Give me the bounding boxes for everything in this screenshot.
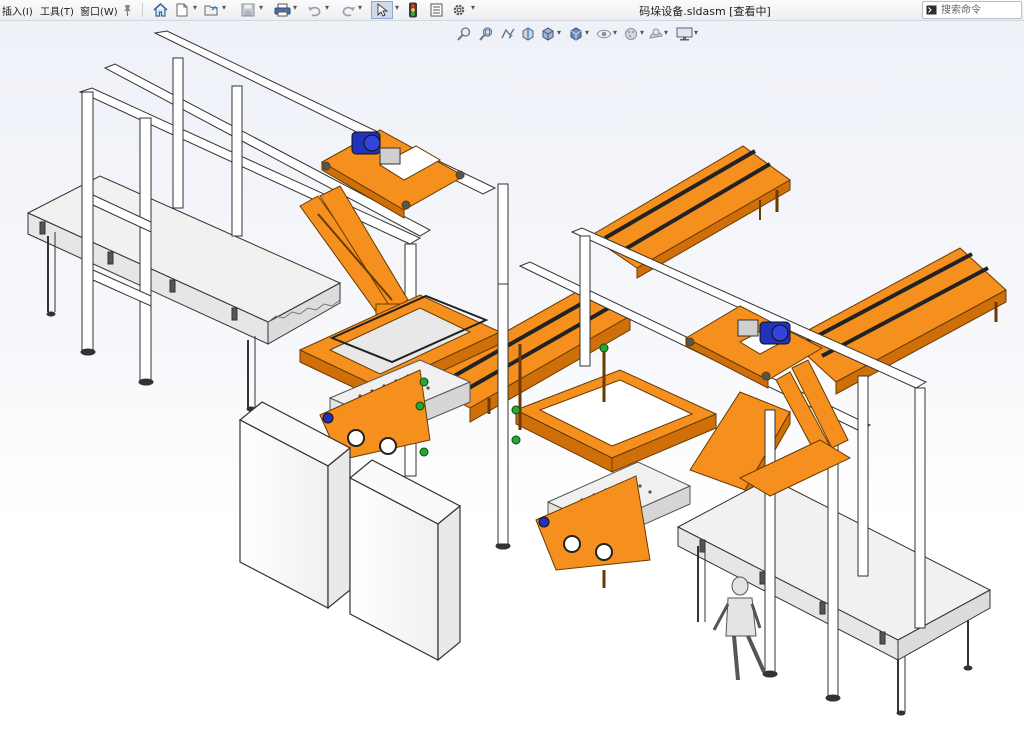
new-document-icon[interactable]	[175, 1, 189, 19]
menu-tools[interactable]: 工具(T)	[40, 3, 74, 18]
open-file-icon[interactable]	[204, 1, 220, 19]
rebuild-icon[interactable]	[406, 1, 420, 19]
menu-window[interactable]: 窗口(W)	[80, 3, 118, 18]
pin-icon[interactable]	[121, 1, 133, 19]
options-gear-icon[interactable]	[451, 1, 467, 19]
print-icon[interactable]	[273, 1, 291, 19]
left-roller-conveyor	[26, 175, 342, 412]
save-icon[interactable]	[240, 1, 256, 19]
palletizer-assembly-model[interactable]	[0, 21, 1024, 736]
chevron-down-icon[interactable]: ▾	[293, 3, 297, 12]
select-arrow-icon[interactable]	[371, 1, 393, 19]
search-box[interactable]	[922, 1, 1022, 19]
chevron-down-icon[interactable]: ▾	[358, 3, 362, 12]
graphics-viewport[interactable]: ▾ ▾ ▾ ▾ ▾ ▾	[0, 21, 1024, 736]
search-input[interactable]	[941, 2, 1019, 18]
human-scale-figure	[712, 576, 766, 681]
control-cabinet-right	[348, 459, 462, 662]
chevron-down-icon[interactable]: ▾	[395, 3, 399, 12]
chevron-down-icon[interactable]: ▾	[222, 3, 226, 12]
chevron-down-icon[interactable]: ▾	[471, 3, 475, 12]
menu-toolbar-bar: 插入(I) 工具(T) 窗口(W) ▾ ▾ ▾ ▾ ▾ ▾ ▾ ▾ 码垛设备.s	[0, 0, 1024, 21]
command-prompt-icon	[926, 5, 937, 15]
undo-icon[interactable]	[306, 1, 322, 19]
back-infeed-conveyor	[589, 145, 791, 279]
home-icon[interactable]	[152, 1, 168, 19]
chevron-down-icon[interactable]: ▾	[325, 3, 329, 12]
chevron-down-icon[interactable]: ▾	[259, 3, 263, 12]
file-properties-icon[interactable]	[428, 1, 444, 19]
document-title: 码垛设备.sldasm [查看中]	[639, 5, 771, 18]
redo-icon[interactable]	[340, 1, 356, 19]
chevron-down-icon[interactable]: ▾	[193, 3, 197, 12]
menu-insert[interactable]: 插入(I)	[2, 3, 33, 18]
